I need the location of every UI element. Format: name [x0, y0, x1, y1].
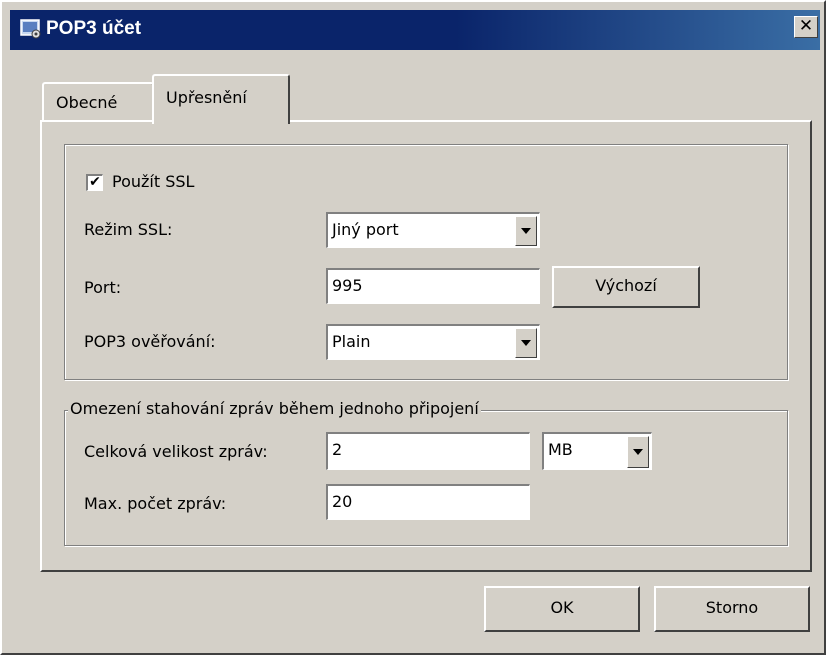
port-label: Port:: [84, 278, 122, 297]
download-limit-group: [64, 410, 788, 546]
pop3-auth-label: POP3 ověřování:: [84, 332, 216, 351]
ok-button-label: OK: [550, 598, 574, 617]
tab-upresneni[interactable]: Upřesnění: [152, 74, 290, 124]
default-port-button-label: Výchozí: [595, 276, 657, 295]
pop3-auth-select[interactable]: Plain: [326, 324, 540, 360]
chevron-down-icon[interactable]: [627, 436, 649, 468]
size-unit-select[interactable]: MB: [542, 432, 652, 470]
total-size-input[interactable]: 2: [326, 432, 530, 470]
max-count-input[interactable]: 20: [326, 484, 530, 520]
mail-account-icon: [20, 19, 41, 39]
port-input[interactable]: 995: [326, 268, 540, 304]
chevron-down-icon[interactable]: [515, 216, 537, 246]
tab-obecne-label: Obecné: [56, 93, 118, 112]
chevron-down-icon[interactable]: [515, 328, 537, 358]
close-button[interactable]: ✕: [794, 16, 818, 38]
ok-button[interactable]: OK: [484, 586, 640, 632]
window-title: POP3 účet: [46, 18, 142, 39]
port-value: 995: [332, 276, 363, 295]
ssl-mode-select[interactable]: Jiný port: [326, 212, 540, 248]
title-bar: POP3 účet ✕: [10, 10, 820, 50]
dialog-window: POP3 účet ✕ Obecné Upřesnění ✔ Použít SS…: [0, 0, 826, 655]
cancel-button[interactable]: Storno: [654, 586, 810, 632]
size-unit-value: MB: [548, 440, 573, 459]
ssl-mode-label: Režim SSL:: [84, 220, 173, 239]
cancel-button-label: Storno: [705, 598, 759, 617]
total-size-label: Celková velikost zpráv:: [84, 442, 268, 461]
download-limit-legend: Omezení stahování zpráv během jednoho př…: [68, 399, 481, 418]
close-icon: ✕: [798, 16, 814, 36]
use-ssl-label[interactable]: Použít SSL: [112, 172, 194, 191]
checkmark-icon: ✔: [89, 174, 101, 190]
max-count-value: 20: [332, 492, 353, 511]
tab-upresneni-label: Upřesnění: [166, 88, 247, 107]
tab-obecne[interactable]: Obecné: [42, 82, 154, 122]
ssl-mode-value: Jiný port: [332, 220, 399, 239]
use-ssl-checkbox[interactable]: ✔: [86, 174, 103, 191]
pop3-auth-value: Plain: [332, 332, 371, 351]
max-count-label: Max. počet zpráv:: [84, 494, 227, 513]
default-port-button[interactable]: Výchozí: [552, 266, 700, 308]
total-size-value: 2: [332, 440, 343, 459]
